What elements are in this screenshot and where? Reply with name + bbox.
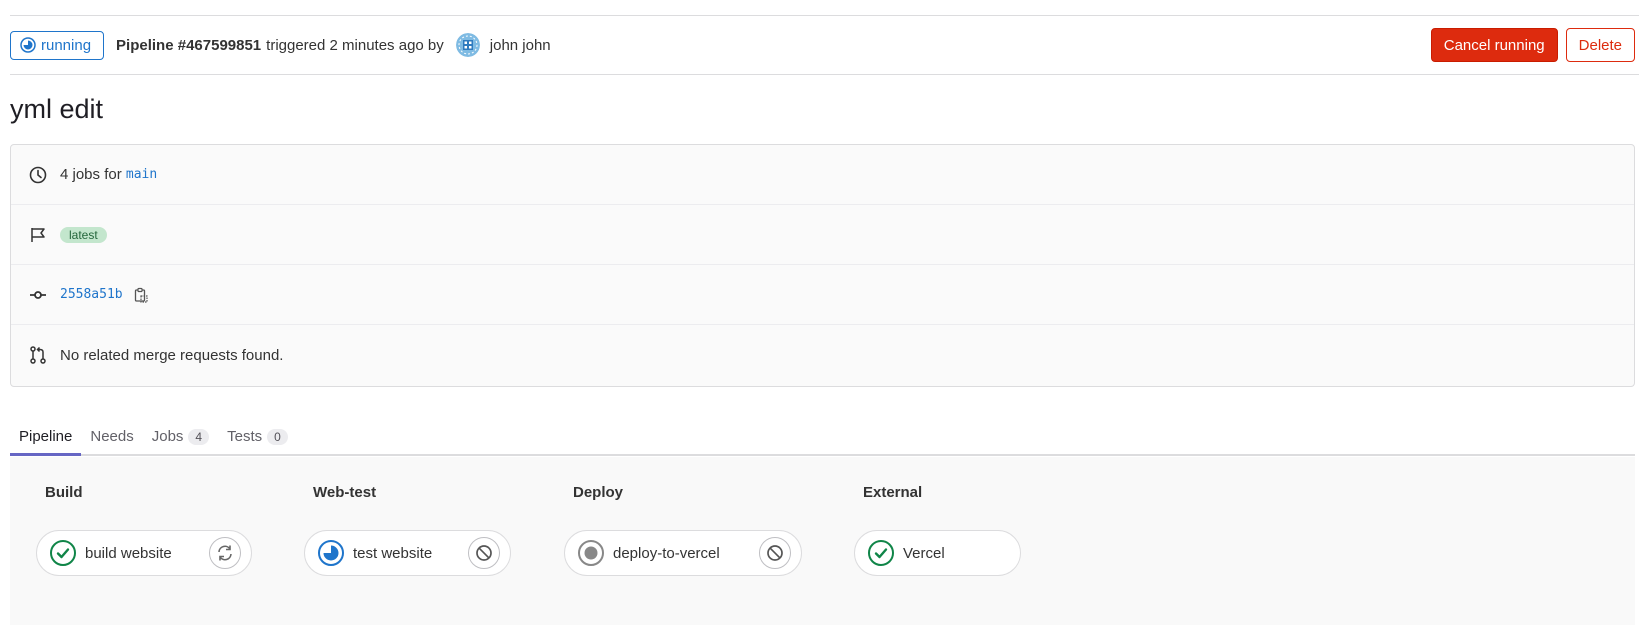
tests-count-badge: 0	[267, 428, 288, 445]
jobs-row: 4 jobs for main	[11, 145, 1634, 205]
created-status-icon	[577, 539, 605, 567]
tab-label: Tests	[227, 428, 263, 445]
running-status-icon	[20, 37, 36, 53]
clock-icon	[28, 165, 48, 185]
job-vercel[interactable]: Vercel	[854, 530, 1021, 576]
pipeline-tabs: Pipeline Needs Jobs 4 Tests 0	[10, 412, 1635, 456]
retry-icon[interactable]	[209, 537, 241, 569]
tag-row: latest	[11, 205, 1634, 265]
branch-link[interactable]: main	[126, 167, 157, 182]
merge-requests-row: No related merge requests found.	[11, 325, 1634, 385]
status-label: running	[41, 36, 92, 54]
commit-row: 2558a51b	[11, 265, 1634, 325]
cancel-icon[interactable]	[468, 537, 500, 569]
commit-sha-link[interactable]: 2558a51b	[60, 287, 123, 302]
success-status-icon	[867, 539, 895, 567]
latest-badge: latest	[60, 226, 107, 243]
job-name: test website	[353, 544, 433, 562]
stage-title: External	[863, 484, 923, 501]
success-status-icon	[49, 539, 77, 567]
job-build-website[interactable]: build website	[36, 530, 252, 576]
job-name: deploy-to-vercel	[613, 544, 720, 562]
page-title: yml edit	[10, 94, 104, 124]
stage-title: Build	[45, 484, 83, 501]
avatar[interactable]	[455, 33, 480, 57]
pipeline-graph: Build build website Web-test test websit…	[10, 457, 1635, 625]
copy-icon[interactable]	[133, 287, 149, 303]
pipeline-info-box: 4 jobs for main latest 2558a51b No relat…	[10, 144, 1635, 387]
tab-label: Needs	[90, 428, 134, 445]
status-badge[interactable]: running	[10, 30, 105, 60]
tab-needs[interactable]: Needs	[81, 412, 142, 454]
merge-request-icon	[28, 345, 48, 365]
pipeline-id: Pipeline #467599851	[116, 36, 262, 54]
stage-title: Deploy	[573, 484, 624, 501]
job-name: Vercel	[903, 544, 945, 562]
user-name-link[interactable]: john john	[490, 37, 551, 54]
triggered-text: triggered 2 minutes ago by	[266, 36, 444, 54]
flag-icon	[28, 225, 48, 245]
stage-title: Web-test	[313, 484, 377, 501]
jobs-count-badge: 4	[188, 428, 210, 445]
job-deploy-to-vercel[interactable]: deploy-to-vercel	[564, 530, 802, 576]
tab-label: Pipeline	[19, 428, 73, 445]
job-test-website[interactable]: test website	[304, 530, 511, 576]
tab-jobs[interactable]: Jobs 4	[143, 412, 218, 454]
cancel-icon[interactable]	[759, 537, 791, 569]
cancel-running-button[interactable]: Cancel running	[1430, 28, 1558, 62]
tab-label: Jobs	[151, 428, 184, 445]
running-status-icon	[317, 539, 345, 567]
tab-tests[interactable]: Tests 0	[218, 412, 297, 454]
commit-icon	[28, 285, 48, 305]
tab-pipeline[interactable]: Pipeline	[10, 412, 82, 456]
merge-requests-text: No related merge requests found.	[60, 346, 284, 364]
pipeline-header: running Pipeline #467599851 triggered 2 …	[10, 16, 1639, 75]
delete-button[interactable]: Delete	[1565, 28, 1635, 62]
job-name: build website	[85, 544, 172, 562]
jobs-count-text: 4 jobs for	[60, 166, 122, 183]
